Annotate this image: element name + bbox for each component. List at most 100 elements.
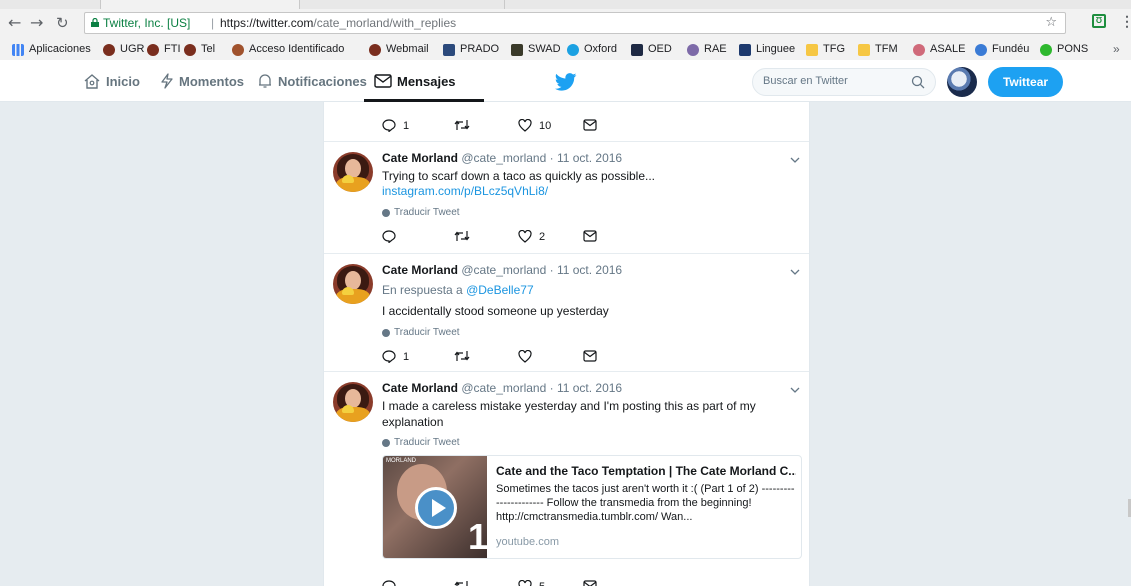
bookmark-star-icon[interactable]: ☆ xyxy=(1045,13,1057,33)
nav-home-label: Inicio xyxy=(106,73,140,89)
author-handle[interactable]: @cate_morland xyxy=(461,381,546,395)
bookmark-acceso[interactable]: Acceso Identificado xyxy=(232,43,344,56)
reply-action[interactable] xyxy=(382,230,403,243)
bookmark-label: TFG xyxy=(823,43,845,55)
translate-label: Traducir Tweet xyxy=(394,327,460,338)
bookmark-oxford[interactable]: Oxford xyxy=(567,43,617,56)
bookmark-swad[interactable]: SWAD xyxy=(511,43,561,56)
linguee-icon xyxy=(739,43,751,56)
bookmark-oed[interactable]: OED xyxy=(631,43,672,56)
like-count: 2 xyxy=(539,230,546,243)
author-avatar[interactable] xyxy=(333,382,373,422)
reply-action[interactable]: 1 xyxy=(382,350,409,363)
tweet-item[interactable]: Cate Morland @cate_morland · 11 oct. 201… xyxy=(324,142,809,254)
oxford-icon xyxy=(567,43,579,56)
home-icon xyxy=(84,74,100,89)
search-input[interactable] xyxy=(763,75,903,87)
chevron-down-icon[interactable] xyxy=(790,156,800,164)
translate-tweet[interactable]: Traducir Tweet xyxy=(382,437,460,448)
extension-icon[interactable]: Ʊ xyxy=(1092,14,1106,28)
tweet-text: I accidentally stood someone up yesterda… xyxy=(382,304,609,318)
author-name[interactable]: Cate Morland xyxy=(382,381,458,395)
tweet-actions: 1 10 xyxy=(382,119,642,135)
back-arrow-icon[interactable]: ← xyxy=(8,14,21,32)
tweet-date[interactable]: 11 oct. 2016 xyxy=(557,263,622,277)
nav-messages[interactable]: Mensajes xyxy=(374,71,456,91)
bookmark-fti[interactable]: FTI xyxy=(147,43,181,56)
tweet-button[interactable]: Twittear xyxy=(988,67,1063,97)
translate-tweet[interactable]: Traducir Tweet xyxy=(382,207,460,218)
bookmark-pons[interactable]: PONS xyxy=(1040,43,1088,56)
url-host: https://twitter.com xyxy=(220,16,314,30)
bookmark-asale[interactable]: ASALE xyxy=(913,43,965,56)
bookmark-label: RAE xyxy=(704,43,727,55)
profile-avatar[interactable] xyxy=(947,67,977,97)
search-icon[interactable] xyxy=(911,75,925,89)
bookmark-tel[interactable]: Tel xyxy=(184,43,215,56)
tweet-date[interactable]: 11 oct. 2016 xyxy=(557,381,622,395)
retweet-action[interactable] xyxy=(454,119,477,131)
author-avatar[interactable] xyxy=(333,264,373,304)
translate-tweet[interactable]: Traducir Tweet xyxy=(382,327,460,338)
bookmark-ugr[interactable]: UGR xyxy=(103,43,144,56)
ugr-crest-icon xyxy=(103,43,115,56)
twitter-bird-icon[interactable] xyxy=(555,73,577,91)
search-box[interactable] xyxy=(752,68,936,96)
bookmark-label: OED xyxy=(648,43,672,55)
active-tab[interactable] xyxy=(100,0,300,9)
message-action[interactable] xyxy=(583,119,597,131)
like-action[interactable]: 10 xyxy=(518,119,551,132)
address-bar[interactable]: Twitter, Inc. [US] | https://twitter.com… xyxy=(84,12,1066,34)
bookmark-linguee[interactable]: Linguee xyxy=(739,43,795,56)
tweet-header: Cate Morland @cate_morland · 11 oct. 201… xyxy=(382,263,622,277)
message-action[interactable] xyxy=(583,230,597,242)
author-name[interactable]: Cate Morland xyxy=(382,263,458,277)
tweet-header: Cate Morland @cate_morland · 11 oct. 201… xyxy=(382,151,622,165)
chevron-down-icon[interactable] xyxy=(790,268,800,276)
tweet-link[interactable]: instagram.com/p/BLcz5qVhLi8/ xyxy=(382,184,548,198)
message-action[interactable] xyxy=(583,350,597,362)
bookmark-prado[interactable]: PRADO xyxy=(443,43,499,56)
like-action[interactable]: 2 xyxy=(518,230,545,243)
tweet-item[interactable]: 1 10 xyxy=(324,102,809,142)
tweet-item[interactable]: Cate Morland @cate_morland · 11 oct. 201… xyxy=(324,254,809,372)
bookmark-fundeu[interactable]: Fundéu xyxy=(975,43,1029,56)
chevron-down-icon[interactable] xyxy=(790,386,800,394)
retweet-action[interactable] xyxy=(454,230,477,242)
bookmark-webmail[interactable]: Webmail xyxy=(369,43,429,56)
reply-icon xyxy=(382,580,396,586)
retweet-icon xyxy=(454,351,470,361)
nav-moments[interactable]: Momentos xyxy=(160,71,244,91)
link-card[interactable]: MORLAND 1 Cate and the Taco Temptation |… xyxy=(382,455,802,559)
browser-tab[interactable] xyxy=(305,0,505,9)
reply-action[interactable] xyxy=(382,580,403,586)
tweet-date[interactable]: 11 oct. 2016 xyxy=(557,151,622,165)
bookmark-label: TFM xyxy=(875,43,898,55)
like-action[interactable]: 5 xyxy=(518,580,545,586)
bookmarks-overflow-icon[interactable]: » xyxy=(1113,42,1120,56)
reply-to-link[interactable]: @DeBelle77 xyxy=(466,283,534,297)
retweet-action[interactable] xyxy=(454,350,477,362)
retweet-action[interactable] xyxy=(454,580,477,586)
author-handle[interactable]: @cate_morland xyxy=(461,151,546,165)
message-action[interactable] xyxy=(583,580,597,586)
url-separator: | xyxy=(211,16,215,30)
play-icon[interactable] xyxy=(415,487,457,529)
reload-icon[interactable]: ↻ xyxy=(56,14,69,32)
nav-notifications[interactable]: Notificaciones xyxy=(257,71,367,91)
forward-arrow-icon[interactable]: → xyxy=(30,14,43,32)
video-thumbnail[interactable]: MORLAND 1 xyxy=(383,456,488,558)
author-name[interactable]: Cate Morland xyxy=(382,151,458,165)
browser-menu-icon[interactable]: ⋮ xyxy=(1120,12,1131,30)
like-action[interactable] xyxy=(518,350,539,363)
author-avatar[interactable] xyxy=(333,152,373,192)
nav-home[interactable]: Inicio xyxy=(83,71,140,91)
reply-action[interactable]: 1 xyxy=(382,119,409,132)
bookmark-rae[interactable]: RAE xyxy=(687,43,727,56)
lightning-icon xyxy=(161,73,173,89)
bookmark-apps[interactable]: Aplicaciones xyxy=(12,43,91,56)
bookmark-tfg[interactable]: TFG xyxy=(806,43,845,56)
bookmark-tfm[interactable]: TFM xyxy=(858,43,898,56)
translate-label: Traducir Tweet xyxy=(394,207,460,218)
author-handle[interactable]: @cate_morland xyxy=(461,263,546,277)
